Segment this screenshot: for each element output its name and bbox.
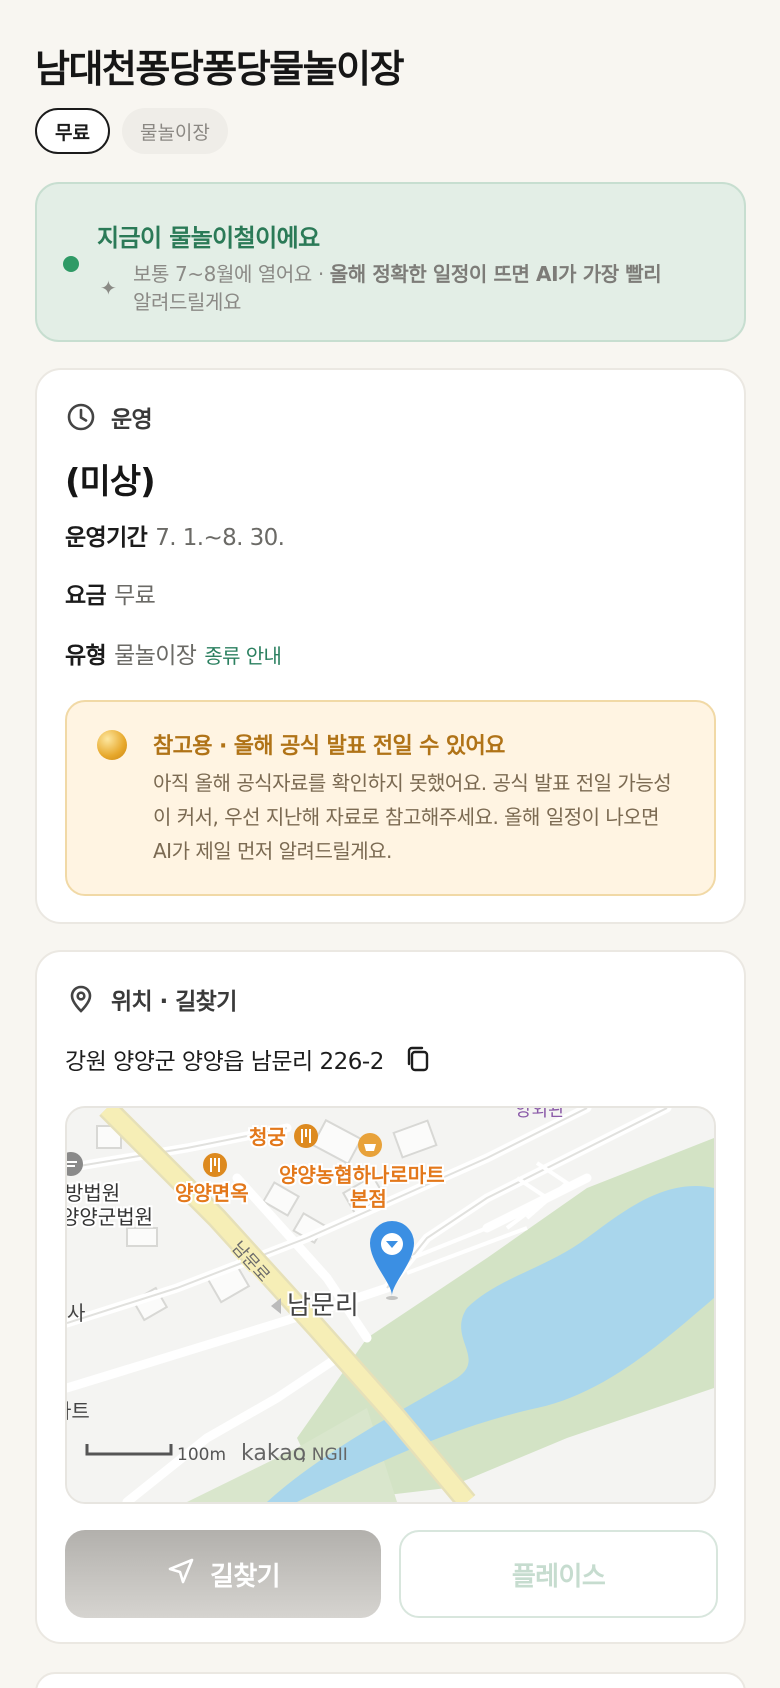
map-label-namunri: 남문리 <box>287 1291 359 1321</box>
map-view[interactable]: 청궁 양양농협하나로마트 본점 양양면옥 방법원 양양군법원 사 트 양외관 남… <box>65 1106 716 1504</box>
map-scale-label: 100m <box>177 1445 226 1465</box>
address-text: 강원 양양군 양양읍 남문리 226-2 <box>65 1049 384 1075</box>
operation-header: 운영 <box>65 400 153 434</box>
operation-label: 운영 <box>111 407 153 433</box>
map-label-court-2: 양양군법원 <box>67 1205 153 1229</box>
place-label: 플레이스 <box>511 1561 606 1592</box>
location-label: 위치 · 길찾기 <box>111 989 237 1015</box>
notice-body: 아직 올해 공식자료를 확인하지 못했어요. 공식 발표 전일 가능성이 커서,… <box>153 771 672 863</box>
location-card: 위치 · 길찾기 강원 양양군 양양읍 남문리 226-2 청궁 양양농협하나로… <box>35 950 746 1644</box>
tag-list: 무료 물놀이장 <box>35 108 228 154</box>
next-card-edge <box>35 1672 746 1688</box>
fee-row: 요금 무료 <box>65 576 156 610</box>
map-label-sa: 사 <box>67 1301 85 1325</box>
map-label-cheonggung: 청궁 <box>249 1125 286 1149</box>
operation-status: (미상) <box>65 462 156 502</box>
season-desc-suffix: 알려드릴게요 <box>133 290 241 314</box>
location-header: 위치 · 길찾기 <box>65 982 237 1016</box>
period-row: 운영기간 7. 1.~8. 30. <box>65 518 285 552</box>
type-guide-link[interactable]: 종류 안내 <box>204 644 282 668</box>
poi-cheonggung-icon <box>294 1124 318 1148</box>
map-label-mart: 마트 <box>67 1399 90 1423</box>
map-label-court-1: 방법원 <box>67 1181 120 1205</box>
place-button[interactable]: 플레이스 <box>399 1530 718 1618</box>
directions-label: 길찾기 <box>210 1561 281 1592</box>
map-attribution: , NGII <box>301 1445 348 1465</box>
reference-notice: 참고용 · 올해 공식 발표 전일 수 있어요 아직 올해 공식자료를 확인하지… <box>65 700 716 896</box>
tag-free[interactable]: 무료 <box>35 108 110 154</box>
type-value: 물놀이장 <box>114 643 197 669</box>
address-row: 강원 양양군 양양읍 남문리 226-2 <box>65 1042 434 1076</box>
navigation-arrow-icon <box>166 1556 196 1593</box>
operation-card: 운영 (미상) 운영기간 7. 1.~8. 30. 요금 무료 유형 물놀이장 종류 안… <box>35 368 746 924</box>
status-dot-icon <box>63 256 79 272</box>
map-label-myeonok: 양양면옥 <box>175 1181 249 1205</box>
season-desc-prefix: 보통 7~8월에 열어요 · <box>133 262 330 286</box>
type-row: 유형 물놀이장 종류 안내 <box>65 636 282 670</box>
location-pin-icon <box>65 983 97 1015</box>
map-label-nonghyup-1: 양양농협하나로마트 <box>279 1163 445 1187</box>
clock-icon <box>65 401 97 433</box>
notice-title: 참고용 · 올해 공식 발표 전일 수 있어요 <box>153 734 505 759</box>
tag-category[interactable]: 물놀이장 <box>121 108 228 154</box>
type-label: 유형 <box>65 643 107 669</box>
poi-market-icon <box>358 1133 382 1157</box>
map-label-top-right: 양외관 <box>515 1108 565 1121</box>
place-title: 남대천퐁당퐁당물놀이장 <box>35 47 405 91</box>
directions-button[interactable]: 길찾기 <box>65 1530 381 1618</box>
copy-icon[interactable] <box>402 1043 434 1075</box>
coin-icon <box>97 730 127 760</box>
period-label: 운영기간 <box>65 525 148 551</box>
kakao-logo: kakao <box>241 1441 306 1466</box>
season-banner: 지금이 물놀이철이에요 ✦ 보통 7~8월에 열어요 · 올해 정확한 일정이 … <box>35 182 746 342</box>
sparkle-icon: ✦ <box>100 276 117 300</box>
season-description: 보통 7~8월에 열어요 · 올해 정확한 일정이 뜨면 AI가 가장 빨리알려… <box>133 260 723 316</box>
fee-value: 무료 <box>114 583 156 609</box>
poi-restaurant-icon <box>203 1153 227 1177</box>
fee-label: 요금 <box>65 583 107 609</box>
place-detail-page: 남대천퐁당퐁당물놀이장 무료 물놀이장 지금이 물놀이철이에요 ✦ 보통 7~8… <box>0 0 780 1688</box>
map-label-nonghyup-2: 본점 <box>350 1187 387 1211</box>
period-value: 7. 1.~8. 30. <box>155 525 285 551</box>
season-title: 지금이 물놀이철이에요 <box>97 224 320 252</box>
season-desc-bold: 올해 정확한 일정이 뜨면 AI가 가장 빨리 <box>329 262 662 286</box>
